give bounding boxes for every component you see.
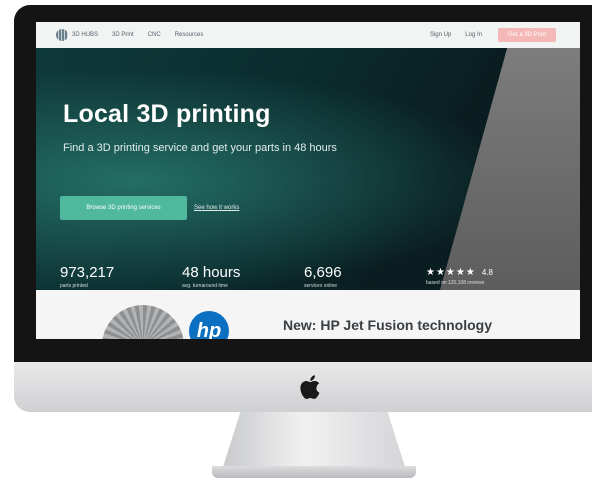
hp-logo: hp: [189, 311, 229, 339]
apple-icon: [300, 375, 320, 399]
browse-services-button[interactable]: Browse 3D printing services: [60, 196, 187, 220]
nav-right: Sign Up Log In Get a 3D Print: [416, 28, 580, 42]
login-link[interactable]: Log In: [465, 32, 482, 38]
stat-label: services online: [304, 283, 338, 289]
brand[interactable]: 3D HUBS: [56, 29, 98, 41]
website-screen: 3D HUBS 3D Print CNC Resources Sign Up L…: [36, 22, 580, 339]
hero-subtitle: Find a 3D printing service and get your …: [63, 142, 337, 154]
hero-title: Local 3D printing: [63, 100, 271, 128]
rating-value: 4.8: [481, 268, 493, 277]
hp-section: hp New: HP Jet Fusion technology: [36, 290, 580, 339]
get-3d-print-button[interactable]: Get a 3D Print: [497, 28, 556, 42]
stat-label: avg. turnaround time: [182, 283, 228, 289]
star-icon: ★★★★★: [426, 267, 476, 278]
hero-section: Local 3D printing Find a 3D printing ser…: [36, 48, 580, 290]
hero-gray-panel: [440, 48, 580, 290]
rating-label: based on 120,108 reviews: [426, 280, 485, 286]
brand-logo-icon: [56, 29, 68, 41]
nav-item-cnc[interactable]: CNC: [148, 32, 161, 38]
stat-value: 973,217: [60, 264, 115, 281]
nav-item-3d-print[interactable]: 3D Print: [112, 32, 134, 38]
see-how-it-works-link[interactable]: See how it works: [194, 205, 239, 211]
monitor-stand-base: [212, 466, 416, 478]
stat-rating: ★★★★★ 4.8 based on 120,108 reviews: [426, 267, 493, 286]
stat-parts-printed: 973,217 parts printed: [60, 264, 114, 289]
stat-value: 6,696: [304, 264, 342, 281]
brand-name: 3D HUBS: [72, 32, 99, 38]
signup-link[interactable]: Sign Up: [430, 32, 451, 38]
gear-part-image: [102, 305, 184, 339]
hp-section-title: New: HP Jet Fusion technology: [283, 317, 492, 333]
monitor-stand: [222, 412, 406, 470]
nav-item-resources[interactable]: Resources: [175, 32, 204, 38]
top-navbar: 3D HUBS 3D Print CNC Resources Sign Up L…: [36, 22, 580, 48]
stat-turnaround: 48 hours avg. turnaround time: [182, 264, 240, 289]
stat-value: 48 hours: [182, 264, 241, 281]
rating-row: ★★★★★ 4.8: [426, 267, 493, 278]
stat-label: parts printed: [60, 283, 88, 289]
stat-services-online: 6,696 services online: [304, 264, 342, 289]
imac-monitor: 3D HUBS 3D Print CNC Resources Sign Up L…: [0, 0, 592, 482]
